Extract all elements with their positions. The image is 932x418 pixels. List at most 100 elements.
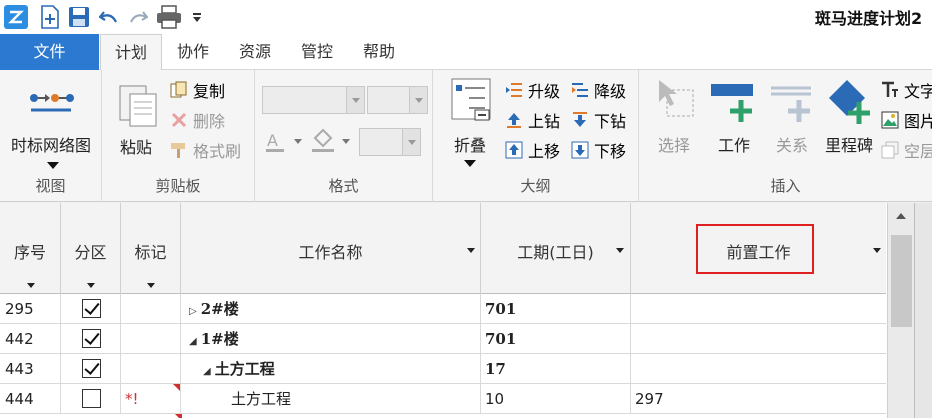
column-menu-icon[interactable] [467, 248, 475, 253]
app-logo-icon[interactable] [3, 3, 29, 31]
partition-checkbox[interactable] [82, 329, 101, 348]
partition-checkbox[interactable] [82, 389, 101, 408]
tab-resources[interactable]: 资源 [228, 34, 282, 70]
insert-picture-button[interactable]: 图片 [881, 108, 932, 132]
move-down-label: 下移 [594, 142, 627, 161]
downgrade-label: 降级 [594, 82, 627, 101]
task-name-text: 土方工程 [214, 360, 275, 378]
group-insert: 选择 工作 关系 里程碑 文字 图片 空层 插入 [639, 70, 932, 202]
tab-file[interactable]: 文件 [0, 34, 99, 70]
font-size-select[interactable] [367, 86, 428, 114]
cell-duration[interactable]: 17 [481, 354, 631, 384]
cell-predecessor[interactable] [631, 354, 886, 384]
cell-predecessor[interactable] [631, 324, 886, 354]
print-icon[interactable] [155, 3, 183, 31]
cell-predecessor[interactable] [631, 294, 886, 324]
task-name-text: 2#楼 [200, 300, 239, 318]
font-color-icon: A [266, 131, 302, 152]
column-header-partition[interactable]: 分区 [61, 203, 121, 294]
partition-checkbox[interactable] [82, 359, 101, 378]
window-title: 斑马进度计划2 [815, 9, 923, 28]
tab-plan[interactable]: 计划 [100, 34, 162, 71]
table-row[interactable]: 442 ◢ 1#楼 701 [0, 324, 886, 354]
column-menu-icon[interactable] [616, 248, 624, 253]
delete-button[interactable]: 删除 [170, 108, 225, 132]
paste-label: 粘贴 [119, 138, 152, 157]
drill-down-button[interactable]: 下钻 [571, 108, 626, 132]
column-header-mark[interactable]: 标记 [121, 203, 181, 294]
insert-text-button[interactable]: 文字 [881, 78, 932, 102]
insert-text-label: 文字 [904, 82, 932, 101]
delete-icon [170, 111, 188, 129]
cell-duration[interactable]: 701 [481, 294, 631, 324]
copy-button[interactable]: 复制 [170, 78, 225, 102]
vertical-scrollbar[interactable] [887, 203, 914, 418]
move-up-button[interactable]: 上移 [505, 138, 560, 162]
cell-seq: 443 [0, 354, 61, 384]
paste-icon [119, 85, 157, 127]
fold-label: 折叠 [453, 136, 486, 155]
move-down-button[interactable]: 下移 [571, 138, 626, 162]
redo-icon[interactable] [126, 3, 150, 31]
comment-flag-icon [173, 384, 180, 391]
new-file-icon[interactable] [37, 3, 63, 31]
format-painter-button[interactable]: 格式刷 [170, 138, 241, 162]
select-button[interactable]: 选择 [645, 74, 703, 164]
fill-color-button[interactable] [311, 128, 355, 154]
fold-button[interactable]: 折叠 [439, 74, 501, 170]
collapse-icon[interactable]: ◢ [189, 336, 197, 347]
table-row[interactable]: 443 ◢ 土方工程 17 [0, 354, 886, 384]
timescale-network-button[interactable]: 时标网络图 [0, 76, 102, 172]
partition-checkbox[interactable] [82, 299, 101, 318]
group-view: 时标网络图 视图 [0, 70, 102, 202]
expand-icon[interactable]: ▷ [189, 306, 197, 317]
sort-dropdown-icon[interactable] [87, 283, 95, 288]
undo-icon[interactable] [97, 3, 121, 31]
save-icon[interactable] [66, 3, 92, 31]
tab-help[interactable]: 帮助 [352, 34, 406, 70]
cell-partition [61, 324, 121, 354]
upgrade-button[interactable]: 升级 [505, 78, 560, 102]
table-row-partial [0, 414, 886, 418]
table-row[interactable]: 444 *! 土方工程 10 297 [0, 384, 886, 414]
tab-control[interactable]: 管控 [290, 34, 344, 70]
column-menu-icon[interactable] [873, 248, 881, 253]
downgrade-button[interactable]: 降级 [571, 78, 626, 102]
indent-icon [571, 81, 589, 99]
cell-duration[interactable]: 10 [481, 384, 631, 414]
font-color-button[interactable]: A [265, 128, 305, 154]
gantt-pane-edge [914, 203, 932, 418]
font-family-select[interactable] [262, 86, 365, 114]
sort-dropdown-icon[interactable] [147, 283, 155, 288]
customize-dropdown-icon[interactable] [189, 3, 205, 31]
delete-label: 删除 [193, 112, 226, 131]
paste-button[interactable]: 粘贴 [108, 76, 164, 166]
fold-icon [451, 78, 491, 121]
insert-empty-layer-button[interactable]: 空层 [881, 138, 932, 162]
cell-task-name[interactable]: ◢ 土方工程 [181, 354, 481, 384]
cell-task-name[interactable]: 土方工程 [181, 384, 481, 414]
format-painter-label: 格式刷 [193, 142, 242, 161]
insert-milestone-button[interactable]: 里程碑 [819, 74, 879, 164]
collapse-icon[interactable]: ◢ [203, 366, 211, 377]
cell-duration[interactable]: 701 [481, 324, 631, 354]
drill-up-button[interactable]: 上钻 [505, 108, 560, 132]
cell-task-name[interactable]: ▷ 2#楼 [181, 294, 481, 324]
column-header-task-name[interactable]: 工作名称 [181, 203, 481, 294]
insert-picture-label: 图片 [904, 112, 932, 131]
cell-predecessor[interactable]: 297 [631, 384, 886, 414]
insert-relation-button[interactable]: 关系 [763, 74, 821, 164]
scroll-up-icon[interactable] [888, 203, 915, 231]
cell-task-name[interactable]: ◢ 1#楼 [181, 324, 481, 354]
column-header-seq[interactable]: 序号 [0, 203, 61, 294]
line-style-select[interactable] [359, 128, 421, 156]
group-label-outline: 大纲 [520, 177, 551, 195]
sort-dropdown-icon[interactable] [27, 283, 35, 288]
table-row[interactable]: 295 ▷ 2#楼 701 [0, 294, 886, 324]
tab-collaborate[interactable]: 协作 [166, 34, 220, 70]
text-icon [881, 81, 899, 99]
add-task-icon [711, 84, 753, 122]
scrollbar-thumb[interactable] [891, 235, 912, 327]
insert-task-button[interactable]: 工作 [705, 74, 763, 164]
column-header-duration[interactable]: 工期(工日) [481, 203, 631, 294]
